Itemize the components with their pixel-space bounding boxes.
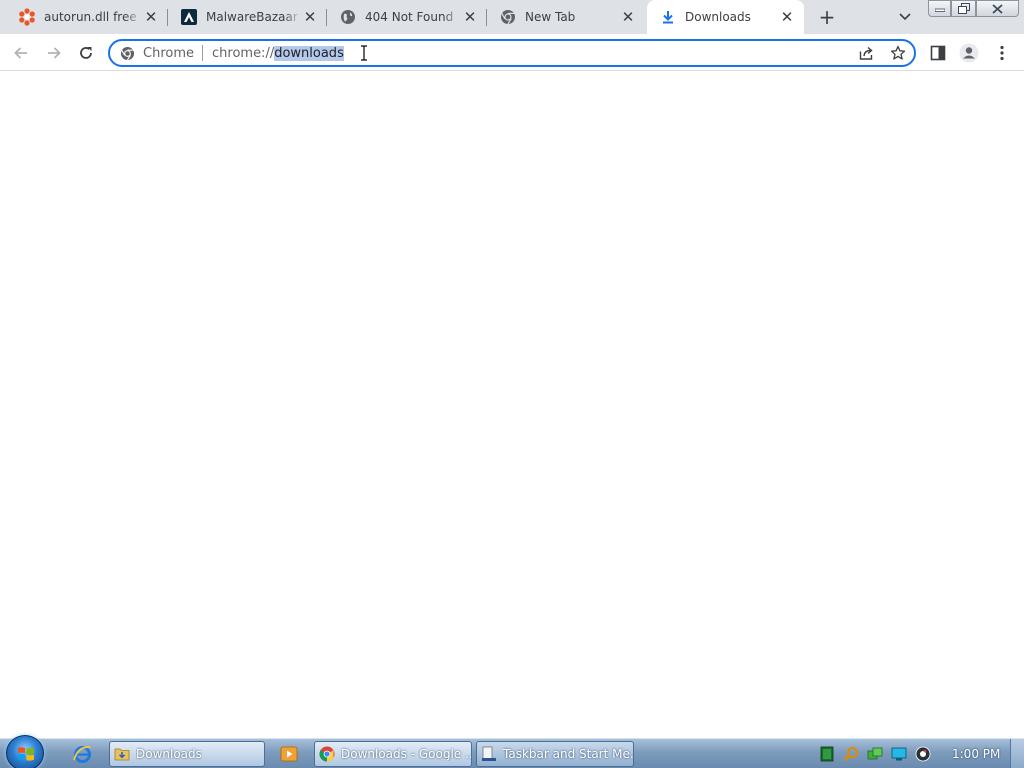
- windows-taskbar: Downloads Downloads - Google ... Taskbar…: [0, 735, 1024, 768]
- text-cursor-icon: [361, 45, 367, 61]
- page-content: [0, 72, 1024, 738]
- tab-404-not-found[interactable]: 404 Not Found ✕: [327, 0, 487, 34]
- tray-display-icon[interactable]: [891, 746, 907, 762]
- chrome-icon: [119, 45, 135, 61]
- share-button[interactable]: [854, 41, 878, 65]
- taskbar-item-chrome[interactable]: Downloads - Google ...: [314, 741, 472, 767]
- taskbar-item-label: Downloads - Google ...: [341, 747, 471, 761]
- folder-icon: [114, 746, 130, 762]
- internet-explorer-launcher[interactable]: [70, 742, 94, 766]
- tray-app-icon[interactable]: [819, 746, 835, 762]
- close-icon: [992, 3, 1003, 14]
- tab-title: MalwareBazaar | Database: [206, 10, 301, 24]
- arrow-right-icon: [48, 47, 61, 59]
- tab-title: 404 Not Found: [365, 10, 454, 24]
- tab-search-button[interactable]: [894, 8, 916, 26]
- chrome-icon: [319, 746, 335, 762]
- url-prefix: chrome://: [212, 45, 275, 61]
- address-bar[interactable]: Chrome chrome://downloads: [108, 39, 916, 67]
- chevron-down-icon: [899, 13, 911, 21]
- minimize-icon: [934, 8, 945, 12]
- profile-button[interactable]: [956, 40, 982, 66]
- side-panel-icon: [930, 45, 946, 61]
- avatar-icon: [959, 43, 979, 63]
- close-tab-icon[interactable]: ✕: [619, 8, 637, 26]
- tab-new-tab[interactable]: New Tab ✕: [487, 0, 645, 34]
- taskbar-item-downloads-folder[interactable]: Downloads: [109, 741, 265, 767]
- chrome-icon: [499, 8, 517, 26]
- minimize-button[interactable]: [928, 0, 951, 17]
- tab-title: New Tab: [525, 10, 576, 24]
- menu-button[interactable]: [989, 40, 1015, 66]
- windows-logo-icon: [18, 747, 34, 761]
- tray-network-icon[interactable]: [867, 746, 883, 762]
- share-icon: [859, 46, 873, 60]
- site-chip[interactable]: Chrome: [143, 46, 194, 61]
- tab-title: autorun.dll free download: [44, 10, 142, 24]
- tab-autorun[interactable]: autorun.dll free download ✕: [0, 0, 168, 34]
- clock[interactable]: 1:00 PM: [952, 747, 1000, 761]
- url-text[interactable]: chrome://downloads: [212, 45, 344, 61]
- chip-divider: [202, 45, 203, 61]
- download-icon: [659, 8, 677, 26]
- internet-explorer-icon: [73, 746, 91, 763]
- reload-icon: [80, 47, 92, 59]
- close-window-button[interactable]: [976, 0, 1019, 17]
- malwarebazaar-icon: [180, 8, 198, 26]
- browser-toolbar: Chrome chrome://downloads: [0, 34, 1024, 71]
- star-icon: [890, 45, 906, 60]
- tab-malwarebazaar[interactable]: MalwareBazaar | Database ✕: [168, 0, 327, 34]
- new-tab-button[interactable]: +: [815, 5, 839, 29]
- reload-button[interactable]: [73, 40, 99, 66]
- more-vertical-icon: [1000, 45, 1004, 61]
- tray-search-icon[interactable]: [843, 746, 859, 762]
- side-panel-button[interactable]: [925, 40, 951, 66]
- back-button[interactable]: [8, 40, 34, 66]
- bookmark-button[interactable]: [886, 41, 910, 65]
- close-tab-icon[interactable]: ✕: [301, 8, 319, 26]
- tray-volume-icon[interactable]: [915, 746, 931, 762]
- show-desktop-button[interactable]: [1010, 739, 1024, 768]
- close-tab-icon[interactable]: ✕: [142, 8, 160, 26]
- url-selected-text: downloads: [274, 45, 344, 61]
- tab-downloads[interactable]: Downloads ✕: [647, 0, 804, 34]
- arrow-left-icon: [14, 47, 27, 59]
- media-player-launcher[interactable]: [277, 742, 301, 766]
- restore-icon: [957, 3, 970, 14]
- tab-strip: autorun.dll free download ✕ MalwareBazaa…: [0, 0, 1024, 34]
- close-tab-icon[interactable]: ✕: [461, 8, 479, 26]
- forward-button[interactable]: [41, 40, 67, 66]
- autorun-site-icon: [18, 8, 36, 26]
- close-tab-icon[interactable]: ✕: [778, 8, 796, 26]
- taskbar-properties-icon: [481, 746, 497, 762]
- media-player-icon: [280, 746, 298, 762]
- start-button[interactable]: [6, 735, 44, 768]
- taskbar-item-label: Downloads: [136, 747, 202, 761]
- globe-icon: [339, 8, 357, 26]
- omnibox-actions: [854, 41, 910, 65]
- restore-button[interactable]: [951, 0, 976, 17]
- taskbar-item-taskbar-properties[interactable]: Taskbar and Start Me...: [476, 741, 634, 767]
- taskbar-item-label: Taskbar and Start Me...: [503, 747, 633, 761]
- tab-title: Downloads: [685, 10, 751, 24]
